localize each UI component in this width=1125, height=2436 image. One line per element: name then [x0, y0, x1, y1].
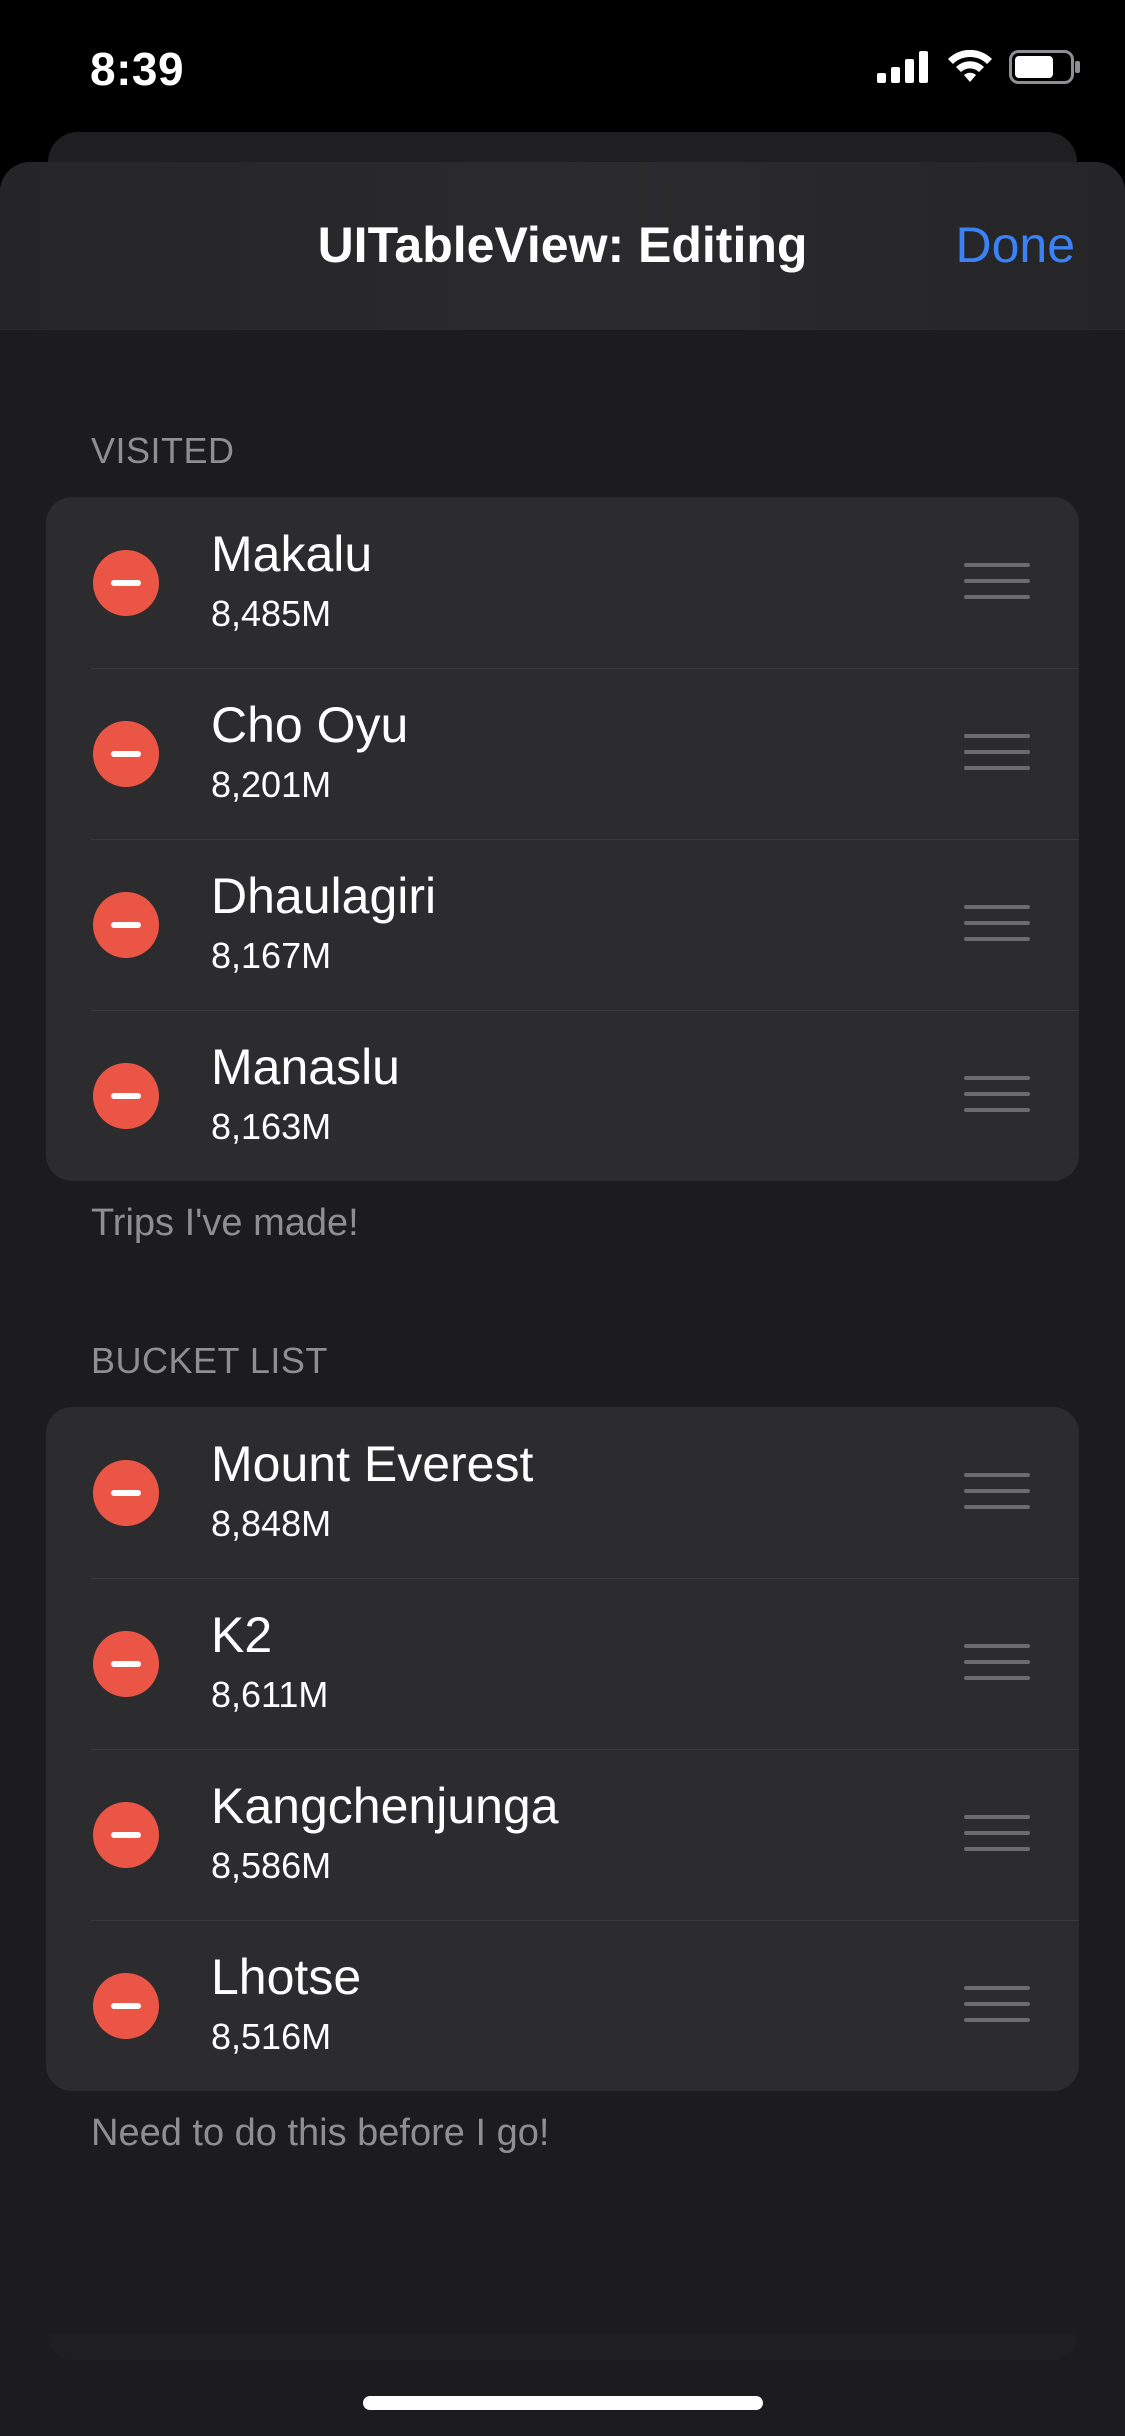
row-subtitle: 8,848M	[211, 1503, 332, 1544]
done-button[interactable]: Done	[955, 216, 1075, 274]
status-time: 8:39	[90, 43, 185, 95]
reorder-handle-icon[interactable]	[964, 734, 1030, 774]
background-card-bottom	[48, 2334, 1077, 2360]
section-header-visited: VISITED	[91, 430, 235, 471]
reorder-handle-icon[interactable]	[964, 1076, 1030, 1116]
delete-control-icon[interactable]	[93, 1460, 159, 1526]
navigation-bar: UITableView: Editing Done	[0, 162, 1125, 330]
battery-icon	[1009, 50, 1080, 84]
row-title: Dhaulagiri	[211, 868, 437, 924]
reorder-handle-icon[interactable]	[964, 1473, 1030, 1513]
row-title: Cho Oyu	[211, 697, 409, 753]
section-footer-visited: Trips I've made!	[91, 1202, 359, 1244]
reorder-handle-icon[interactable]	[964, 905, 1030, 945]
row-title: Manaslu	[211, 1039, 400, 1095]
row-subtitle: 8,611M	[211, 1674, 329, 1715]
section-header-bucket-list: BUCKET LIST	[91, 1340, 328, 1381]
table-row[interactable]: Kangchenjunga 8,586M	[46, 1749, 1079, 1920]
reorder-handle-icon[interactable]	[964, 1986, 1030, 2026]
row-title: Makalu	[211, 526, 373, 582]
table-row[interactable]: Mount Everest 8,848M	[46, 1407, 1079, 1578]
row-title: Lhotse	[211, 1949, 362, 2005]
table-row[interactable]: K2 8,611M	[46, 1578, 1079, 1749]
wifi-icon	[948, 50, 992, 82]
modal-sheet: UITableView: Editing Done VISITED Makalu…	[0, 162, 1125, 2436]
reorder-handle-icon[interactable]	[964, 563, 1030, 603]
row-subtitle: 8,167M	[211, 935, 332, 976]
delete-control-icon[interactable]	[93, 721, 159, 787]
table-section-bucket-list: Mount Everest 8,848M K2 8,611M Kangchenj…	[46, 1407, 1079, 2091]
row-subtitle: 8,201M	[211, 764, 332, 805]
row-subtitle: 8,586M	[211, 1845, 332, 1886]
delete-control-icon[interactable]	[93, 1973, 159, 2039]
reorder-handle-icon[interactable]	[964, 1644, 1030, 1684]
table-row[interactable]: Manaslu 8,163M	[46, 1010, 1079, 1181]
delete-control-icon[interactable]	[93, 1631, 159, 1697]
row-subtitle: 8,163M	[211, 1106, 332, 1147]
section-footer-bucket-list: Need to do this before I go!	[91, 2112, 550, 2154]
table-row[interactable]: Lhotse 8,516M	[46, 1920, 1079, 2091]
home-indicator[interactable]	[363, 2396, 763, 2410]
row-title: Kangchenjunga	[211, 1778, 559, 1834]
status-icons	[877, 50, 1081, 84]
delete-control-icon[interactable]	[93, 550, 159, 616]
delete-control-icon[interactable]	[93, 1802, 159, 1868]
row-title: K2	[211, 1607, 273, 1663]
row-title: Mount Everest	[211, 1436, 534, 1492]
delete-control-icon[interactable]	[93, 1063, 159, 1129]
table-row[interactable]: Cho Oyu 8,201M	[46, 668, 1079, 839]
cellular-signal-icon	[877, 51, 928, 83]
reorder-handle-icon[interactable]	[964, 1815, 1030, 1855]
row-subtitle: 8,485M	[211, 593, 332, 634]
table-row[interactable]: Makalu 8,485M	[46, 497, 1079, 668]
table-section-visited: Makalu 8,485M Cho Oyu 8,201M Dhaulagiri …	[46, 497, 1079, 1181]
delete-control-icon[interactable]	[93, 892, 159, 958]
table-row[interactable]: Dhaulagiri 8,167M	[46, 839, 1079, 1010]
row-subtitle: 8,516M	[211, 2016, 332, 2057]
status-bar: 8:39	[0, 0, 1125, 132]
